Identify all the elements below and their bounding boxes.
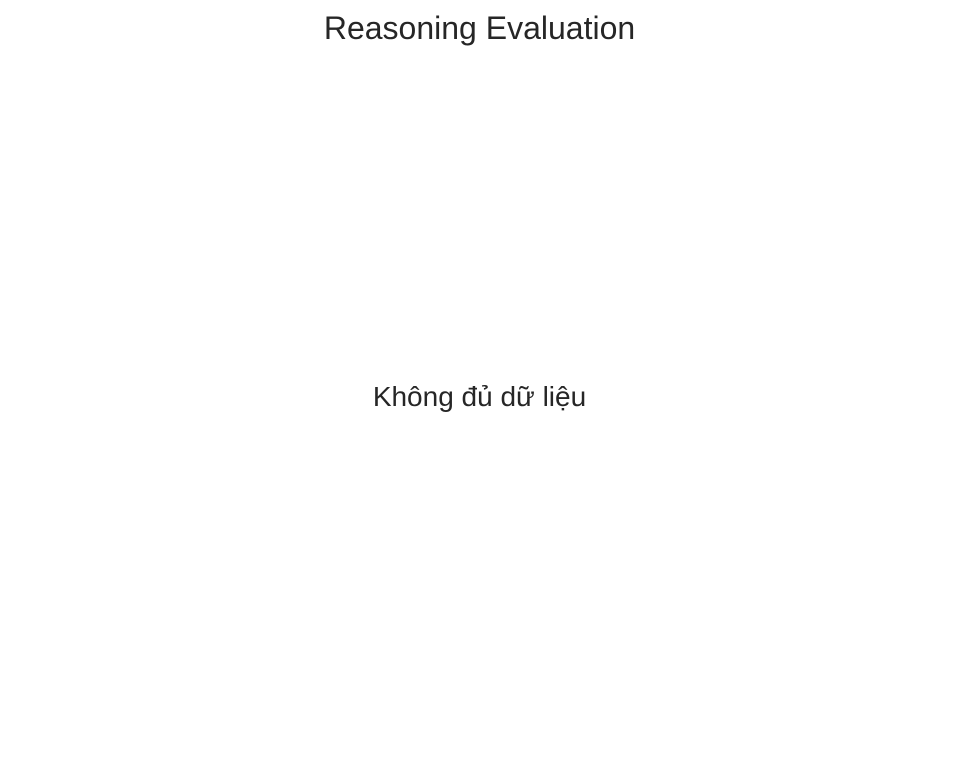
no-data-message: Không đủ dữ liệu bbox=[372, 381, 587, 412]
chart-figure: Reasoning Evaluation Không đủ dữ liệu bbox=[0, 0, 959, 759]
plot-area: Không đủ dữ liệu bbox=[0, 64, 959, 730]
chart-title: Reasoning Evaluation bbox=[323, 10, 636, 46]
